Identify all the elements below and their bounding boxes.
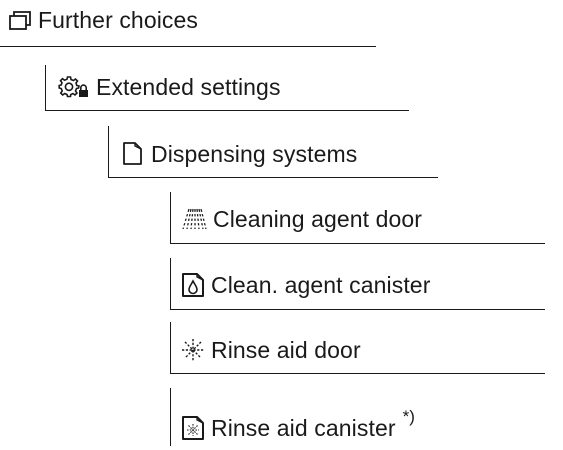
window-stack-icon	[9, 10, 32, 30]
cleaning-agent-door-label: Cleaning agent door	[213, 206, 423, 232]
menu-item-rinse-aid-canister[interactable]: Rinse aid canister *)	[170, 388, 545, 446]
further-choices-label: Further choices	[38, 7, 199, 33]
gear-lock-icon	[58, 75, 90, 99]
clean-agent-canister-label: Clean. agent canister	[211, 272, 431, 298]
menu-item-dispensing-systems[interactable]: Dispensing systems	[108, 126, 438, 178]
rinse-aid-star-icon	[181, 338, 205, 362]
menu-item-extended-settings[interactable]: Extended settings	[45, 65, 409, 111]
menu-item-cleaning-agent-door[interactable]: Cleaning agent door	[170, 192, 545, 244]
canister-rinse-aid-icon	[181, 415, 205, 441]
canister-drop-icon	[181, 272, 205, 298]
footnote-marker: *)	[402, 407, 415, 426]
spray-lines-icon	[181, 207, 207, 231]
extended-settings-label: Extended settings	[96, 74, 281, 100]
menu-item-clean-agent-canister[interactable]: Clean. agent canister	[170, 258, 545, 310]
canister-outline-icon	[121, 142, 143, 166]
menu-item-further-choices[interactable]: Further choices	[0, 0, 376, 47]
rinse-aid-canister-label: Rinse aid canister	[211, 415, 396, 441]
rinse-aid-door-label: Rinse aid door	[211, 337, 361, 363]
menu-item-rinse-aid-door[interactable]: Rinse aid door	[170, 322, 545, 374]
dispensing-systems-label: Dispensing systems	[151, 141, 358, 167]
